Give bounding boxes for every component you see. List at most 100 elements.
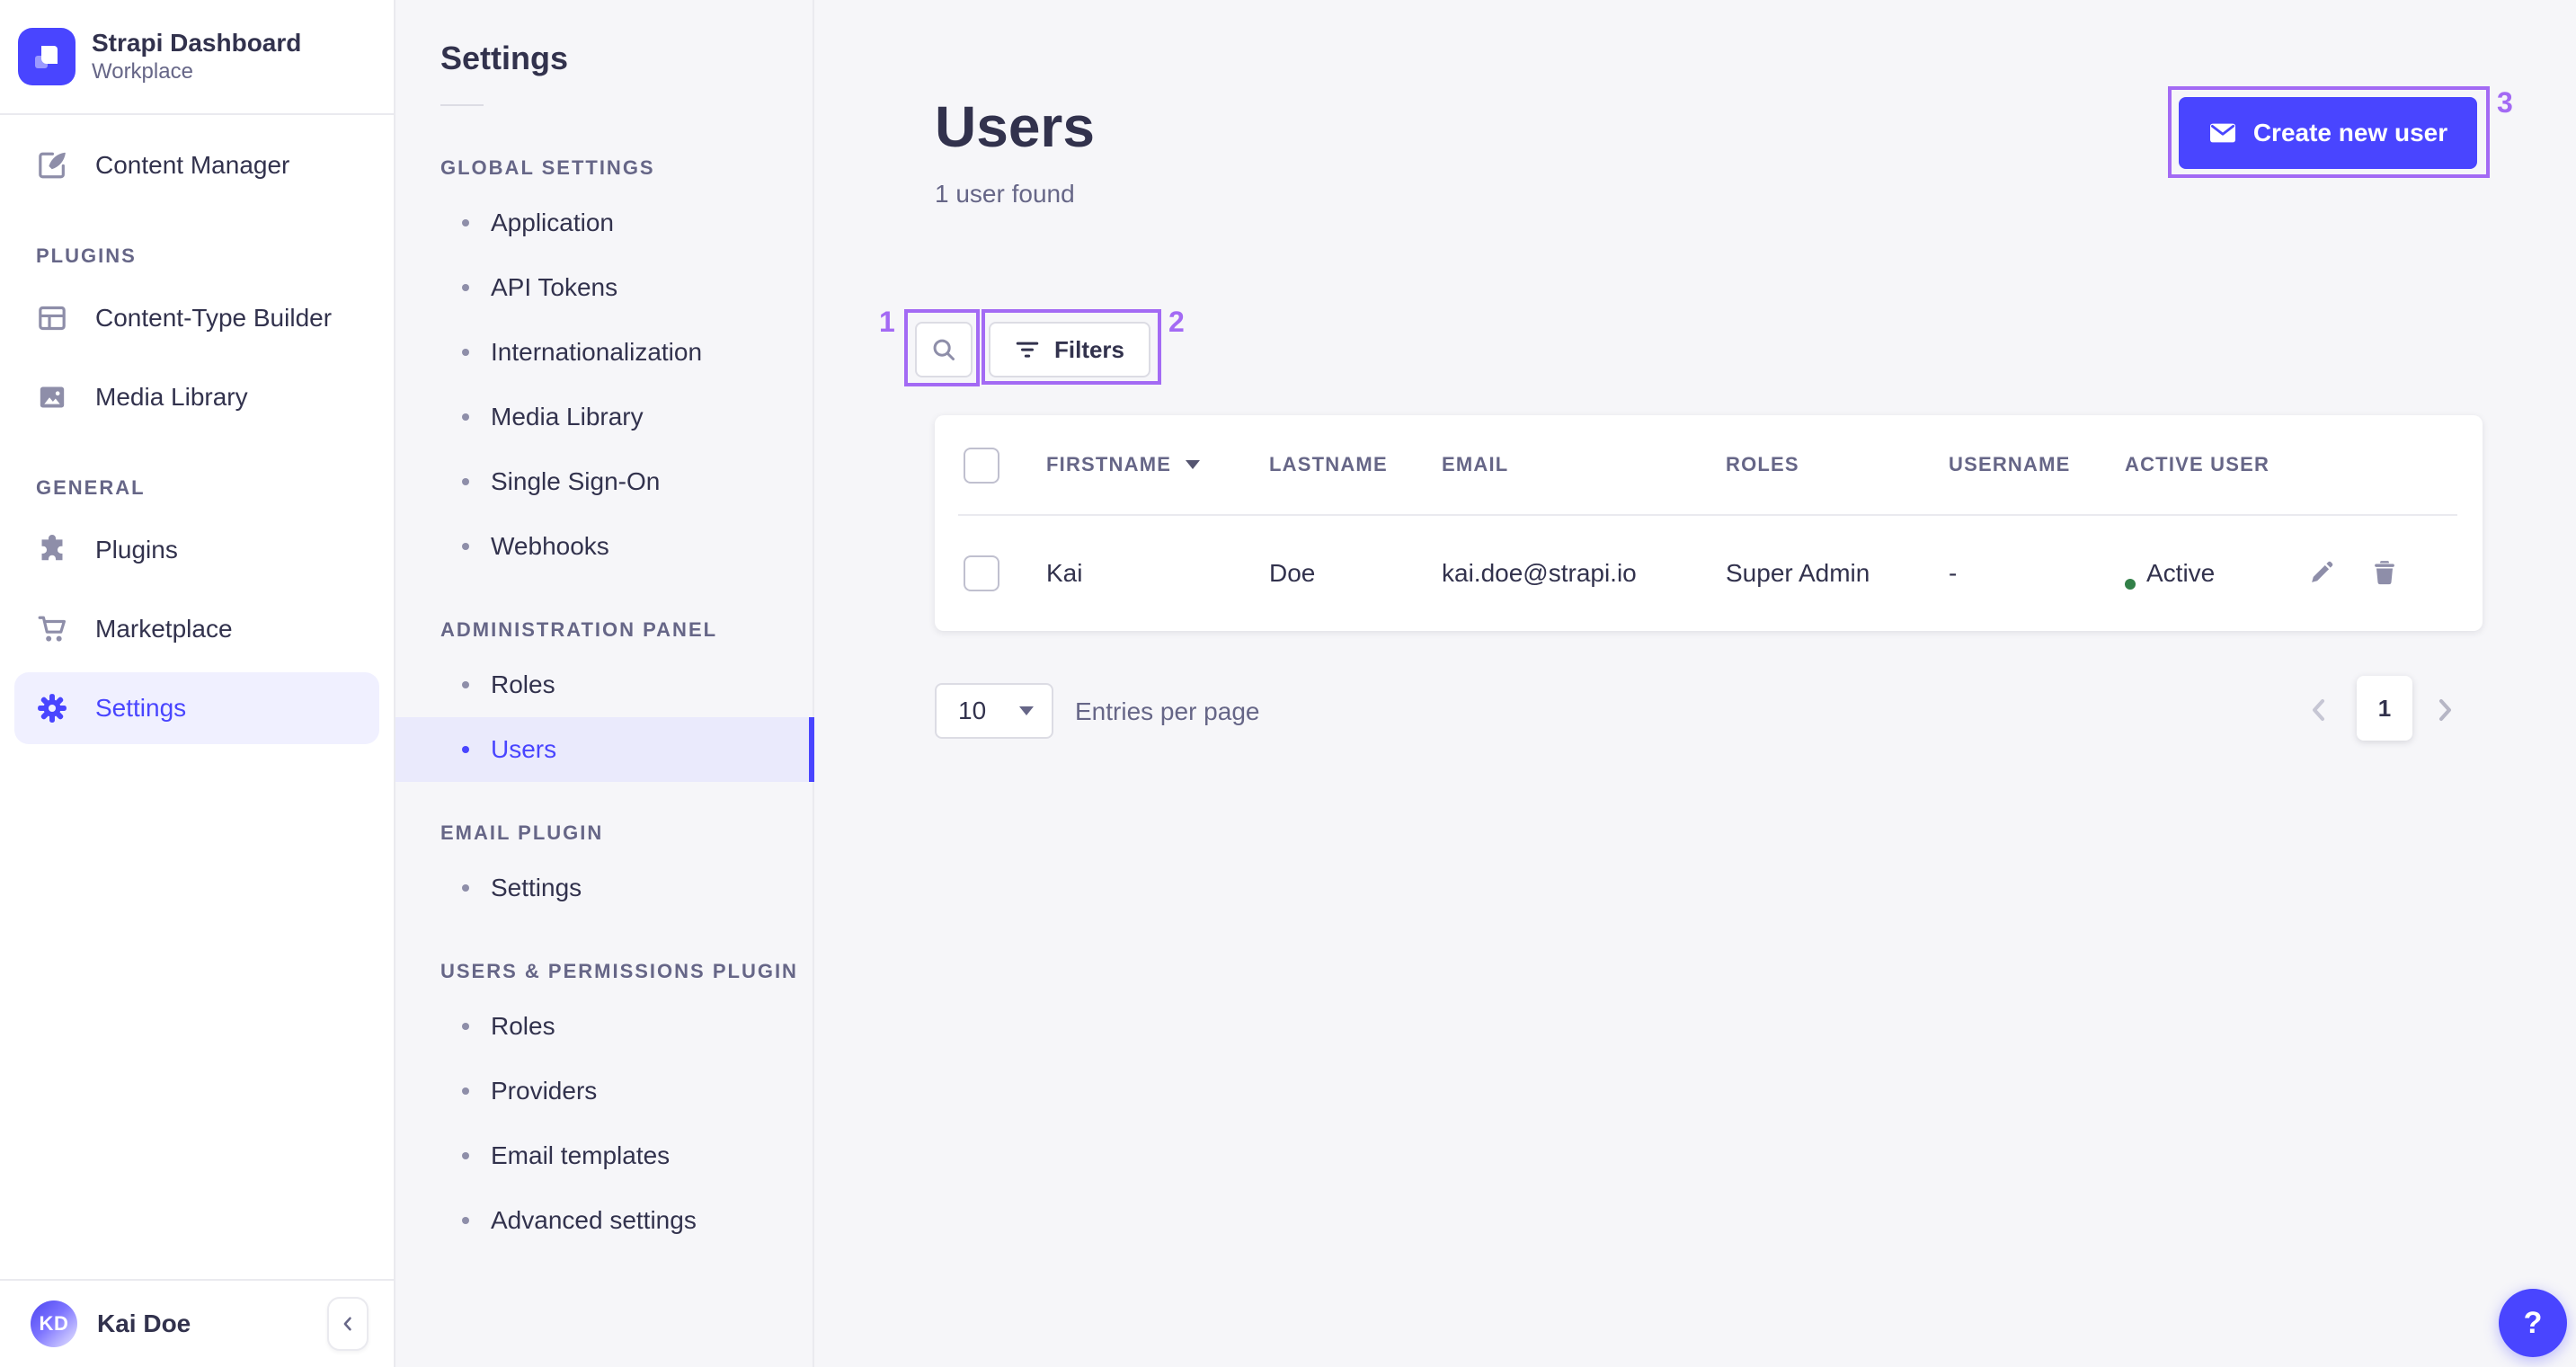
page-title: Users [935,94,1095,159]
sidebar-item-label: Media Library [95,383,248,411]
sidebar-item-content-type-builder[interactable]: Content-Type Builder [14,282,379,354]
entries-per-page-label: Entries per page [1075,697,1260,725]
sidebar-item-marketplace[interactable]: Marketplace [14,593,379,665]
column-header-email[interactable]: EMAIL [1442,453,1508,476]
subnav-section-global-settings: GLOBAL SETTINGS [440,156,655,179]
subnav-item-advanced-settings[interactable]: Advanced settings [395,1188,813,1253]
sidebar-item-label: Content-Type Builder [95,304,333,332]
annotation-label-1: 1 [879,306,895,338]
subnav-item-internationalization[interactable]: Internationalization [395,320,813,385]
bullet-icon [462,1217,469,1224]
bullet-icon [462,478,469,485]
sidebar: Strapi Dashboard Workplace Content Manag… [0,0,395,1367]
workspace-name: Workplace [92,59,193,84]
page-number-button[interactable]: 1 [2357,676,2412,741]
delete-button[interactable] [2371,559,2398,586]
cell-active-status: Active [2146,559,2216,587]
sidebar-item-media-library[interactable]: Media Library [14,361,379,433]
page-size-select[interactable]: 10 [935,683,1053,739]
bullet-icon [462,413,469,421]
column-header-lastname[interactable]: LASTNAME [1269,453,1388,476]
edit-button[interactable] [2308,559,2335,586]
subnav-section-email-plugin: EMAIL PLUGIN [440,821,604,844]
brand-header: Strapi Dashboard Workplace [0,0,394,115]
subnav-divider [440,104,484,106]
page-size-value: 10 [958,697,987,724]
sidebar-item-plugins[interactable]: Plugins [14,514,379,586]
subnav-item-application[interactable]: Application [395,191,813,255]
subnav-item-webhooks[interactable]: Webhooks [395,514,813,579]
subnav-item-single-sign-on[interactable]: Single Sign-On [395,449,813,514]
subnav-section-administration-panel: ADMINISTRATION PANEL [440,618,718,641]
column-header-roles[interactable]: ROLES [1726,453,1799,476]
cart-icon [36,613,68,645]
filters-button[interactable]: Filters [989,322,1150,377]
cell-firstname: Kai [1046,559,1083,587]
app-title: Strapi Dashboard [92,28,302,57]
bullet-icon [462,219,469,226]
picture-icon [36,381,68,413]
help-button[interactable]: ? [2499,1289,2567,1357]
bullet-icon [462,284,469,291]
subnav-item-up-roles[interactable]: Roles [395,994,813,1059]
write-icon [36,149,68,182]
next-page-button[interactable] [2430,696,2459,724]
brand-text: Strapi Dashboard Workplace [92,28,301,85]
cell-lastname: Doe [1269,559,1316,587]
results-count: 1 user found [935,180,1075,208]
users-table: FIRSTNAME LASTNAME EMAIL ROLES USERNAME … [935,415,2483,631]
cell-roles: Super Admin [1726,559,1870,587]
subnav-item-email-templates[interactable]: Email templates [395,1123,813,1188]
select-all-checkbox[interactable] [964,448,999,484]
sidebar-item-content-manager[interactable]: Content Manager [14,129,379,201]
bullet-icon [462,746,469,753]
pencil-icon [2312,561,2333,582]
sidebar-item-label: Settings [95,694,187,722]
sidebar-item-label: Content Manager [95,151,290,179]
bullet-icon [462,543,469,550]
subnav-item-media-library[interactable]: Media Library [395,385,813,449]
subnav-item-users[interactable]: Users [395,717,814,782]
create-new-user-button[interactable]: Create new user [2179,97,2477,169]
trash-icon [2375,561,2394,585]
avatar: KD [31,1300,77,1347]
gear-icon [36,692,68,724]
filter-icon [1016,342,1039,358]
sidebar-item-label: Marketplace [95,615,233,643]
sidebar-item-label: Plugins [95,536,178,564]
collapse-sidebar-button[interactable] [327,1297,369,1351]
bullet-icon [462,1023,469,1030]
subnav-item-providers[interactable]: Providers [395,1059,813,1123]
chevron-left-icon [2313,699,2324,721]
strapi-logo-icon [18,28,76,85]
bullet-icon [462,349,469,356]
subnav-item-api-tokens[interactable]: API Tokens [395,255,813,320]
bullet-icon [462,884,469,892]
row-checkbox[interactable] [964,555,999,591]
user-name: Kai Doe [97,1309,191,1337]
nav-section-general: GENERAL [36,476,146,499]
bullet-icon [462,681,469,688]
search-button[interactable] [915,322,973,377]
column-header-username[interactable]: USERNAME [1949,453,2071,476]
sidebar-footer: KD Kai Doe [0,1279,394,1367]
strapi-dashboard: Strapi Dashboard Workplace Content Manag… [0,0,2576,1367]
envelope-icon [2209,123,2235,143]
sort-desc-icon [1186,460,1201,469]
chevron-left-icon [343,1317,351,1331]
subnav-section-users-permissions-plugin: USERS & PERMISSIONS PLUGIN [440,960,798,982]
sidebar-item-settings[interactable]: Settings [14,672,379,744]
column-header-active-user[interactable]: ACTIVE USER [2125,453,2270,476]
search-icon [933,339,955,360]
column-header-firstname[interactable]: FIRSTNAME [1046,453,1201,476]
subnav-item-roles[interactable]: Roles [395,652,813,717]
subnav-item-email-settings[interactable]: Settings [395,856,813,920]
previous-page-button[interactable] [2305,696,2333,724]
puzzle-icon [36,534,68,566]
table-header-divider [958,514,2457,516]
cell-email: kai.doe@strapi.io [1442,559,1637,587]
annotation-label-3: 3 [2497,86,2513,119]
nav-section-plugins: PLUGINS [36,244,137,267]
settings-subnav: Settings GLOBAL SETTINGS Application API… [395,0,814,1367]
chevron-down-icon [1019,706,1034,715]
